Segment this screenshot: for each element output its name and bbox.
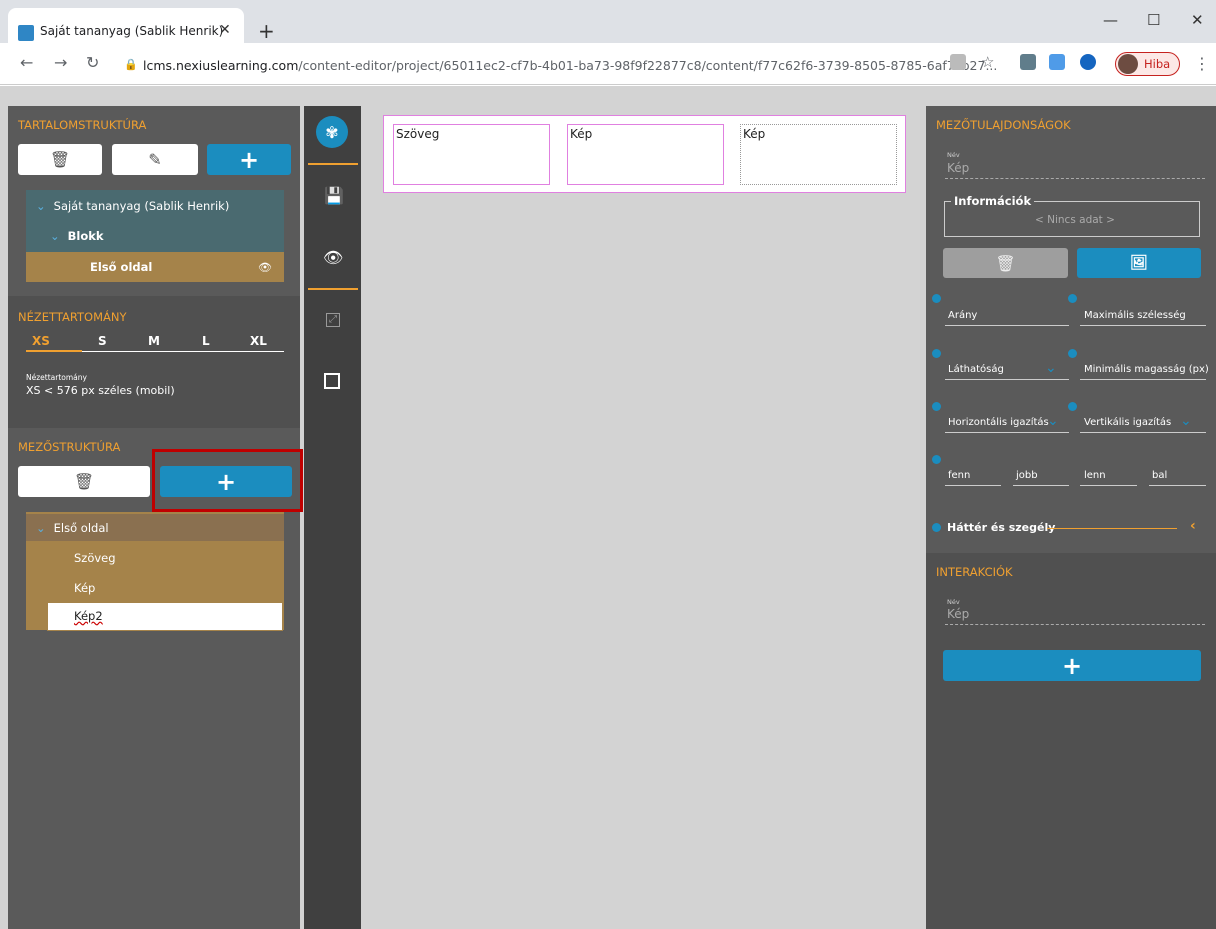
info-icon[interactable] [932, 402, 941, 411]
chevron-down-icon[interactable]: ⌄ [1180, 413, 1192, 429]
extension-icon[interactable] [1080, 54, 1096, 70]
info-icon[interactable] [1068, 402, 1077, 411]
minimize-icon[interactable]: — [1103, 11, 1118, 29]
close-window-icon[interactable]: ✕ [1191, 11, 1204, 29]
margin-bottom-input[interactable] [1080, 485, 1137, 486]
info-icon[interactable] [1068, 349, 1077, 358]
delete-field-button[interactable]: 🗑 [18, 466, 150, 497]
add-button[interactable]: + [207, 144, 291, 175]
ratio-input[interactable] [945, 325, 1069, 326]
lock-icon: 🔒 [124, 58, 138, 71]
tab-title: Saját tananyag (Sablik Henrik) [40, 24, 224, 38]
chevron-down-icon[interactable]: ⌄ [1045, 360, 1057, 376]
viewport-title: NÉZETTARTOMÁNY [18, 310, 127, 324]
background-border-toggle[interactable]: Háttér és szegély [947, 521, 1055, 534]
image-button[interactable]: 🖼 [1077, 248, 1201, 278]
tool-strip [304, 106, 361, 929]
viewport-tab-xs[interactable]: XS [32, 334, 50, 348]
tree-item-selected[interactable]: Első oldal 👁 [26, 252, 284, 282]
site-favicon-icon [18, 25, 34, 41]
viewport-tab-xl[interactable]: XL [250, 334, 267, 348]
back-icon[interactable]: ← [20, 53, 33, 72]
stage-cell-image[interactable]: Kép [567, 124, 724, 185]
translate-icon[interactable] [950, 54, 966, 70]
forward-icon[interactable]: → [54, 53, 67, 72]
visibility-select[interactable] [945, 379, 1069, 380]
stage-cell-text[interactable]: Szöveg [393, 124, 550, 185]
h-align-select[interactable] [945, 432, 1069, 433]
v-align-select[interactable] [1080, 432, 1206, 433]
margin-top-input[interactable] [945, 485, 1001, 486]
tree-item[interactable]: ⌄ Saját tananyag (Sablik Henrik) [26, 192, 284, 219]
delete-property-button[interactable]: 🗑 [943, 248, 1068, 278]
edit-button[interactable]: ✎ [112, 144, 198, 175]
maximize-icon[interactable]: ☐ [1147, 11, 1160, 29]
interaction-name-input[interactable]: Kép [945, 607, 1205, 625]
viewport-description: XS < 576 px széles (mobil) [26, 384, 175, 397]
avatar [1118, 54, 1138, 74]
stage-cell-image-2[interactable]: Kép [740, 124, 897, 185]
tree-item[interactable]: ⌄ Blokk [26, 222, 284, 249]
address-bar[interactable]: lcms.nexiuslearning.com/content-editor/p… [143, 58, 997, 73]
info-icon[interactable] [932, 294, 941, 303]
info-icon[interactable] [932, 523, 941, 532]
viewport-tab-l[interactable]: L [202, 334, 210, 348]
field-item[interactable]: Szöveg [26, 544, 284, 571]
max-width-input[interactable] [1080, 325, 1206, 326]
field-item[interactable]: ⌄ Első oldal [26, 514, 284, 541]
save-icon[interactable]: 💾 [324, 186, 344, 205]
field-properties-title: MEZŐTULAJDONSÁGOK [936, 118, 1071, 132]
extension-icon[interactable] [1049, 54, 1065, 70]
bookmark-star-icon[interactable]: ☆ [981, 53, 994, 71]
add-interaction-button[interactable]: + [943, 650, 1201, 681]
menu-icon[interactable]: ⋮ [1194, 54, 1210, 73]
preview-eye-icon[interactable]: 👁 [323, 248, 343, 267]
field-structure-title: MEZŐSTRUKTÚRA [18, 440, 121, 454]
frame-icon[interactable] [324, 373, 340, 389]
eye-icon[interactable]: 👁 [258, 261, 272, 274]
info-icon[interactable] [932, 455, 941, 464]
viewport-tab-s[interactable]: S [98, 334, 107, 348]
add-field-button[interactable]: + [160, 466, 292, 497]
interactions-title: INTERAKCIÓK [936, 565, 1013, 579]
info-icon[interactable] [932, 349, 941, 358]
name-input[interactable]: Kép [945, 161, 1205, 179]
extension-icon[interactable] [1020, 54, 1036, 70]
new-tab-button[interactable]: + [258, 19, 275, 43]
chevron-down-icon[interactable]: ⌄ [1047, 413, 1059, 429]
chevron-left-icon[interactable]: ‹ [1190, 518, 1196, 534]
margin-right-input[interactable] [1013, 485, 1069, 486]
content-structure-title: TARTALOMSTRUKTÚRA [18, 118, 147, 132]
field-item[interactable]: Kép [26, 574, 284, 601]
field-name-input[interactable]: Kép2 [47, 602, 283, 631]
close-tab-icon[interactable]: ✕ [219, 22, 231, 38]
delete-button[interactable]: 🗑 [18, 144, 102, 175]
resize-icon[interactable]: ⤢ [326, 313, 340, 327]
margin-left-input[interactable] [1149, 485, 1206, 486]
reload-icon[interactable]: ↻ [86, 53, 99, 72]
logo-icon: ✾ [316, 116, 348, 148]
min-height-input[interactable] [1080, 379, 1206, 380]
info-icon[interactable] [1068, 294, 1077, 303]
viewport-tab-m[interactable]: M [148, 334, 160, 348]
profile-status: Hiba [1144, 57, 1171, 71]
info-value: < Nincs adat > [1035, 214, 1115, 226]
